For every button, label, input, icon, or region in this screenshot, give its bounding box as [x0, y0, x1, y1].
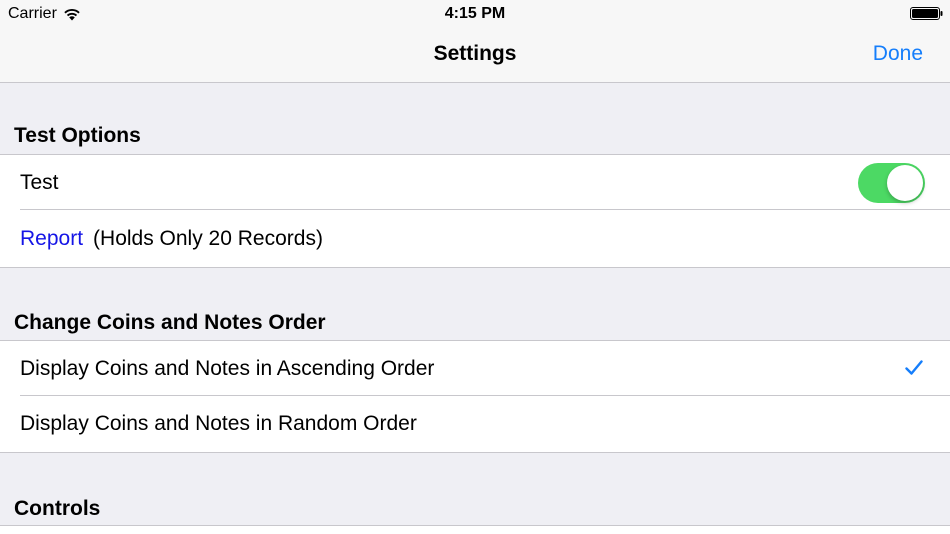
cell-random-order[interactable]: Display Coins and Notes in Random Order — [0, 396, 950, 453]
status-bar: Carrier 4:15 PM — [0, 0, 950, 28]
navigation-bar: Settings Done — [0, 28, 950, 83]
section-header-controls: Controls — [14, 497, 101, 520]
report-row-label: Report (Holds Only 20 Records) — [20, 227, 323, 251]
done-button[interactable]: Done — [873, 42, 923, 66]
cell-controls-first — [0, 525, 950, 534]
ascending-order-label: Display Coins and Notes in Ascending Ord… — [20, 357, 435, 380]
checkmark-icon — [905, 360, 923, 375]
section-header-order: Change Coins and Notes Order — [14, 311, 326, 334]
toggle-knob — [887, 165, 923, 201]
page-title: Settings — [433, 42, 517, 65]
cell-report: Report (Holds Only 20 Records) — [0, 210, 950, 268]
test-label: Test — [20, 171, 59, 194]
section-header-test-options: Test Options — [14, 124, 141, 147]
test-toggle[interactable] — [858, 163, 925, 203]
cell-ascending-order[interactable]: Display Coins and Notes in Ascending Ord… — [0, 340, 950, 396]
report-note: (Holds Only 20 Records) — [93, 227, 323, 250]
battery-icon — [910, 7, 943, 20]
cell-test: Test — [0, 154, 950, 210]
report-link[interactable]: Report — [20, 227, 83, 250]
random-order-label: Display Coins and Notes in Random Order — [20, 412, 417, 435]
status-time: 4:15 PM — [444, 5, 506, 22]
